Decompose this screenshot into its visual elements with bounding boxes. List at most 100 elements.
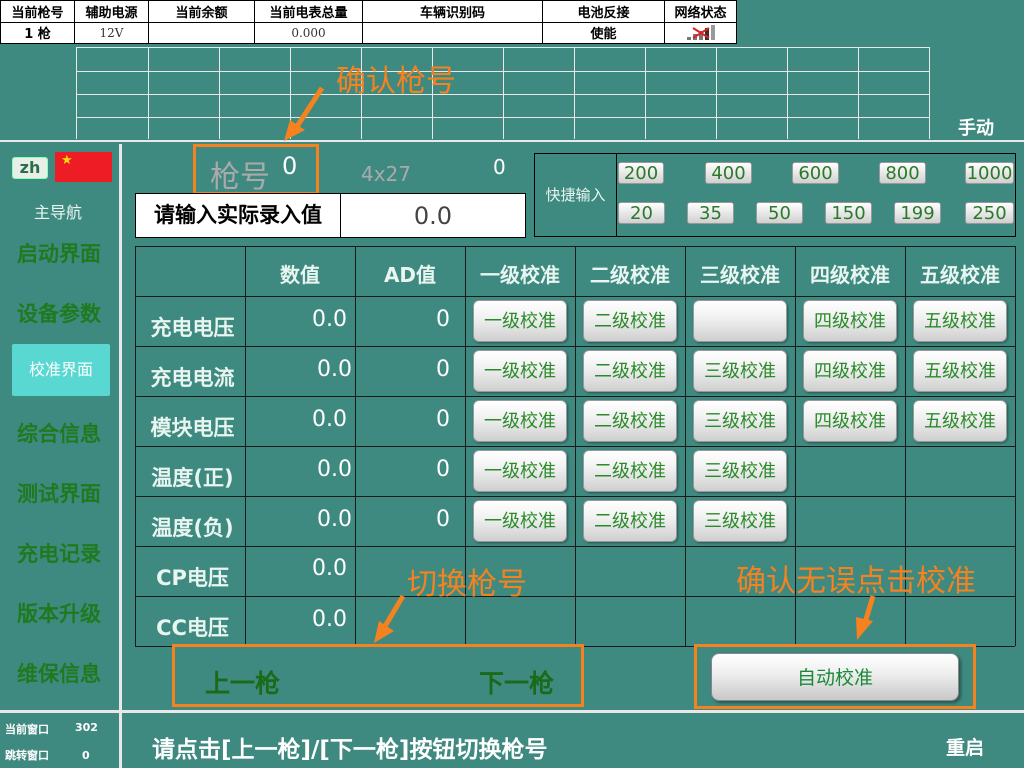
temp-negative-value: 0.0 — [317, 507, 352, 532]
zero-value: 0 — [493, 155, 506, 179]
temp-positive-value: 0.0 — [317, 457, 352, 482]
restart-button[interactable]: 重启 — [946, 733, 984, 760]
header-vin: 车辆识别码 — [362, 0, 543, 23]
col-header-level5: 五级校准 — [920, 263, 1000, 287]
charge-current-level3-button[interactable]: 三级校准 — [693, 350, 787, 392]
hint-text: 请点击[上一枪]/[下一枪]按钮切换枪号 — [152, 737, 548, 763]
temp-positive-level2-button[interactable]: 二级校准 — [583, 450, 677, 492]
header-meter-total: 当前电表总量 — [254, 0, 363, 23]
charge-voltage-level3-button[interactable] — [693, 300, 787, 342]
sidebar-item-calibration[interactable]: 校准界面 — [12, 344, 110, 396]
quick-btn-800[interactable]: 800 — [879, 162, 926, 184]
temp-negative-ad: 0 — [436, 507, 450, 532]
sidebar-item-charge-records[interactable]: 充电记录 — [0, 538, 118, 568]
auto-calibrate-button[interactable]: 自动校准 — [711, 653, 959, 701]
row-label-charge-current: 充电电流 — [150, 366, 235, 390]
gun-value: 0 — [282, 152, 298, 180]
actual-value-field[interactable]: 0.0 — [341, 194, 525, 237]
arrow-auto-calibrate — [861, 595, 876, 627]
temp-negative-level1-button[interactable]: 一级校准 — [473, 500, 567, 542]
battery-reverse-value: 使能 — [542, 21, 665, 44]
module-voltage-level4-button[interactable]: 四级校准 — [803, 400, 897, 442]
charge-current-value: 0.0 — [317, 357, 352, 382]
module-voltage-level5-button[interactable]: 五级校准 — [913, 400, 1007, 442]
col-header-level3: 三级校准 — [700, 263, 780, 287]
charge-voltage-level4-button[interactable]: 四级校准 — [803, 300, 897, 342]
quick-btn-400[interactable]: 400 — [705, 162, 752, 184]
mode-label: 手动 — [958, 118, 994, 139]
row-label-temp-positive: 温度(正) — [151, 466, 234, 490]
row-label-cc-voltage: CC电压 — [156, 616, 229, 640]
charge-current-level4-button[interactable]: 四级校准 — [803, 350, 897, 392]
china-flag-icon[interactable]: ★ — [55, 152, 112, 182]
quick-btn-50[interactable]: 50 — [756, 202, 803, 224]
quick-btn-20[interactable]: 20 — [618, 202, 665, 224]
charge-current-ad: 0 — [436, 357, 450, 382]
charge-current-level2-button[interactable]: 二级校准 — [583, 350, 677, 392]
aux-power-value: 12V — [74, 21, 149, 44]
charge-current-level5-button[interactable]: 五级校准 — [913, 350, 1007, 392]
quick-btn-1000[interactable]: 1000 — [965, 162, 1014, 184]
col-header-level4: 四级校准 — [810, 263, 890, 287]
language-button[interactable]: zh — [12, 157, 48, 179]
annotation-confirm-click: 确认无误点击校准 — [736, 564, 976, 599]
status-bar: 当前枪号 辅助电源 当前余额 当前电表总量 车辆识别码 电池反接 网络状态 1 … — [0, 0, 1024, 44]
col-header-level1: 一级校准 — [480, 263, 560, 287]
charge-voltage-level5-button[interactable]: 五级校准 — [913, 300, 1007, 342]
temp-positive-level1-button[interactable]: 一级校准 — [473, 450, 567, 492]
sidebar-item-general-info[interactable]: 综合信息 — [0, 418, 118, 448]
module-voltage-level3-button[interactable]: 三级校准 — [693, 400, 787, 442]
charge-current-level1-button[interactable]: 一级校准 — [473, 350, 567, 392]
module-voltage-value: 0.0 — [312, 407, 347, 432]
sidebar-item-device-params[interactable]: 设备参数 — [0, 298, 118, 328]
status-table: 当前枪号 辅助电源 当前余额 当前电表总量 车辆识别码 电池反接 网络状态 1 … — [0, 0, 737, 44]
module-voltage-level1-button[interactable]: 一级校准 — [473, 400, 567, 442]
quick-btn-200[interactable]: 200 — [618, 162, 664, 184]
actual-value-input-row: 请输入实际录入值 0.0 — [135, 193, 526, 238]
charge-voltage-ad: 0 — [436, 307, 450, 332]
next-gun-button[interactable]: 下一枪 — [479, 664, 554, 700]
module-voltage-level2-button[interactable]: 二级校准 — [583, 400, 677, 442]
temp-negative-level2-button[interactable]: 二级校准 — [583, 500, 677, 542]
header-network: 网络状态 — [664, 0, 737, 23]
charge-voltage-level1-button[interactable]: 一级校准 — [473, 300, 567, 342]
temp-negative-level3-button[interactable]: 三级校准 — [693, 500, 787, 542]
sidebar-item-startup[interactable]: 启动界面 — [0, 238, 118, 268]
header-balance: 当前余额 — [148, 0, 255, 23]
col-header-ad: AD值 — [383, 263, 437, 287]
sidebar-item-upgrade[interactable]: 版本升级 — [0, 598, 118, 628]
annotation-confirm-gun: 确认枪号 — [336, 64, 456, 99]
current-window-label: 当前窗口 — [5, 723, 49, 736]
network-status — [664, 21, 737, 44]
quick-btn-199[interactable]: 199 — [894, 202, 941, 224]
quick-btn-35[interactable]: 35 — [687, 202, 734, 224]
size-label: 4x27 — [361, 162, 412, 186]
row-label-cp-voltage: CP电压 — [156, 566, 229, 590]
header-battery-reverse: 电池反接 — [542, 0, 665, 23]
current-window-value: 302 — [75, 721, 98, 734]
quick-btn-150[interactable]: 150 — [825, 202, 872, 224]
quick-btn-250[interactable]: 250 — [965, 202, 1014, 224]
prev-gun-button[interactable]: 上一枪 — [205, 664, 280, 700]
col-header-value: 数值 — [280, 263, 320, 287]
temp-positive-ad: 0 — [436, 457, 450, 482]
charge-voltage-value: 0.0 — [312, 307, 347, 332]
jump-window-label: 跳转窗口 — [5, 749, 49, 762]
arrow-switch-gun — [381, 594, 406, 630]
upper-info-grid: 手动 — [0, 44, 1024, 142]
sidebar-item-test[interactable]: 测试界面 — [0, 478, 118, 508]
meter-total-value: 0.000 — [254, 21, 363, 44]
sidebar-item-maintenance[interactable]: 维保信息 — [0, 658, 118, 688]
bottom-bar: 当前窗口 302 跳转窗口 0 请点击[上一枪]/[下一枪]按钮切换枪号 重启 — [0, 710, 1024, 768]
balance-value — [148, 21, 255, 44]
signal-icon — [683, 24, 719, 41]
header-aux-power: 辅助电源 — [74, 0, 149, 23]
disconnected-icon — [691, 26, 710, 39]
col-header-level2: 二级校准 — [590, 263, 670, 287]
row-label-charge-voltage: 充电电压 — [150, 316, 235, 340]
row-label-temp-negative: 温度(负) — [151, 516, 234, 540]
temp-positive-level3-button[interactable]: 三级校准 — [693, 450, 787, 492]
charge-voltage-level2-button[interactable]: 二级校准 — [583, 300, 677, 342]
row-label-module-voltage: 模块电压 — [150, 416, 235, 440]
quick-btn-600[interactable]: 600 — [792, 162, 839, 184]
